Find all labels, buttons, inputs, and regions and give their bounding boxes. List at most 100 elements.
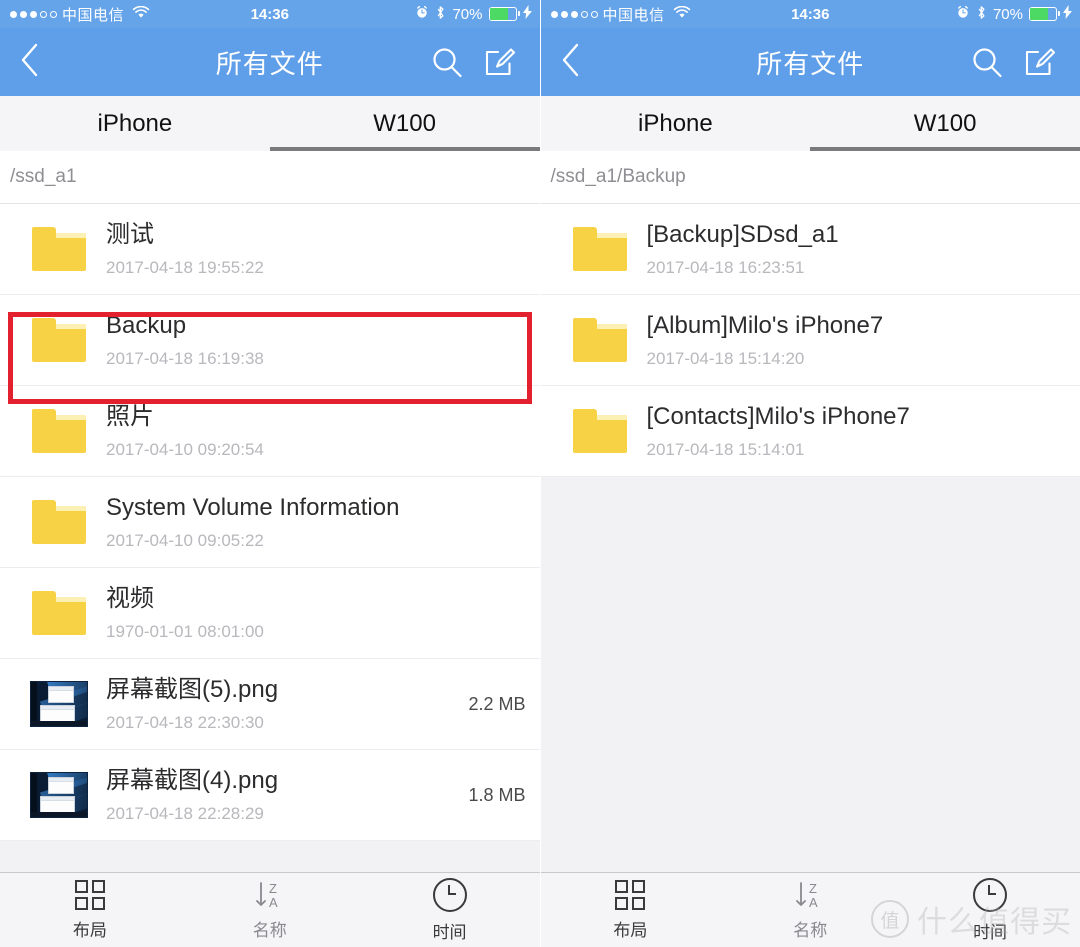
breadcrumb: /ssd_a1/Backup	[540, 151, 1080, 204]
file-name: Backup	[106, 312, 187, 339]
file-row[interactable]: 屏幕截图(4).png 2017-04-18 22:28:29 1.8 MB	[0, 750, 540, 841]
file-date: 2017-04-18 16:23:51	[646, 258, 805, 277]
file-meta: [Backup]SDsd_a1 2017-04-18 16:23:51	[633, 220, 1067, 278]
file-name: 视频	[106, 585, 154, 612]
file-meta: 视频 1970-01-01 08:01:00	[92, 584, 526, 642]
status-bar: 中国电信 14:36 70%	[0, 0, 540, 28]
screenshot-left: 中国电信 14:36 70% 所有文件 iPhone W100 /ssd_a1 …	[0, 0, 541, 947]
file-row[interactable]: 屏幕截图(5).png 2017-04-18 22:30:30 2.2 MB	[0, 659, 540, 750]
compose-icon[interactable]	[484, 46, 516, 78]
folder-icon	[32, 409, 86, 453]
file-name: System Volume Information	[106, 494, 400, 521]
file-name: [Album]Milo's iPhone7	[646, 312, 884, 339]
file-date: 2017-04-18 22:28:29	[106, 804, 264, 823]
empty-area	[0, 841, 540, 872]
folder-icon	[32, 318, 86, 362]
status-bar-clock: 14:36	[250, 5, 289, 23]
file-name: 测试	[106, 221, 154, 248]
file-date: 2017-04-10 09:20:54	[106, 440, 264, 459]
file-date: 2017-04-18 16:19:38	[106, 349, 264, 368]
file-size: 2.2 MB	[468, 693, 526, 714]
breadcrumb: /ssd_a1	[0, 151, 540, 204]
file-row[interactable]: [Album]Milo's iPhone7 2017-04-18 15:14:20	[540, 295, 1080, 386]
compose-icon[interactable]	[1024, 46, 1056, 78]
device-tabs: iPhone W100	[0, 96, 540, 151]
toolbar-item-name[interactable]: ZA 名称	[720, 880, 900, 941]
file-date: 2017-04-18 15:14:20	[646, 349, 805, 368]
file-row[interactable]: 测试 2017-04-18 19:55:22	[0, 204, 540, 295]
file-icon	[567, 409, 633, 453]
file-meta: 照片 2017-04-10 09:20:54	[92, 402, 526, 460]
file-icon	[26, 591, 92, 635]
file-row[interactable]: 视频 1970-01-01 08:01:00	[0, 568, 540, 659]
file-row[interactable]: [Contacts]Milo's iPhone7 2017-04-18 15:14…	[540, 386, 1080, 477]
folder-icon	[32, 227, 86, 271]
image-thumbnail-icon	[30, 772, 88, 818]
folder-icon	[572, 227, 627, 271]
toolbar-item-layout[interactable]: 布局	[541, 879, 721, 941]
search-icon[interactable]	[970, 45, 1004, 79]
bottom-toolbar: 布局 ZA 名称 时间	[540, 872, 1080, 947]
toolbar-item-time[interactable]: 时间	[900, 877, 1080, 943]
file-date: 2017-04-18 22:30:30	[106, 713, 264, 732]
nav-actions	[430, 45, 540, 79]
tab-iphone[interactable]: iPhone	[541, 96, 811, 151]
toolbar-item-time[interactable]: 时间	[360, 877, 540, 943]
file-date: 2017-04-18 15:14:01	[646, 440, 805, 459]
back-button[interactable]	[541, 42, 601, 83]
tab-active-underline	[810, 147, 1080, 151]
file-meta: System Volume Information 2017-04-10 09:0…	[92, 493, 526, 551]
image-thumbnail-icon	[30, 681, 88, 727]
file-icon	[26, 681, 92, 727]
nav-bar: 所有文件	[0, 28, 540, 96]
toolbar-item-name[interactable]: ZA 名称	[180, 880, 360, 941]
sort-az-icon: ZA	[794, 880, 826, 910]
back-button[interactable]	[0, 42, 60, 83]
file-icon	[26, 318, 92, 362]
nav-actions	[970, 45, 1080, 79]
file-row[interactable]: System Volume Information 2017-04-10 09:0…	[0, 477, 540, 568]
toolbar-label-time: 时间	[432, 922, 467, 942]
file-row[interactable]: 照片 2017-04-10 09:20:54	[0, 386, 540, 477]
toolbar-label-name: 名称	[252, 920, 287, 940]
file-meta: [Contacts]Milo's iPhone7 2017-04-18 15:14…	[633, 402, 1067, 460]
file-row[interactable]: [Backup]SDsd_a1 2017-04-18 16:23:51	[540, 204, 1080, 295]
chevron-left-icon	[19, 42, 41, 83]
file-date: 2017-04-18 19:55:22	[106, 258, 264, 277]
status-bar: 中国电信 14:36 70%	[540, 0, 1080, 28]
toolbar-item-layout[interactable]: 布局	[0, 879, 180, 941]
file-list-right: [Backup]SDsd_a1 2017-04-18 16:23:51 [Album…	[540, 204, 1080, 477]
status-bar-clock: 14:36	[791, 5, 830, 23]
file-icon	[26, 227, 92, 271]
tab-active-underline	[269, 147, 540, 151]
tab-w100[interactable]: W100	[270, 96, 540, 151]
file-name: 屏幕截图(4).png	[106, 767, 279, 794]
file-meta: [Album]Milo's iPhone7 2017-04-18 15:14:20	[633, 311, 1067, 369]
tab-iphone[interactable]: iPhone	[0, 96, 270, 151]
nav-bar: 所有文件	[540, 28, 1080, 96]
toolbar-label-layout: 布局	[613, 920, 648, 940]
tab-w100[interactable]: W100	[810, 96, 1080, 151]
svg-text:Z: Z	[809, 881, 817, 896]
svg-text:A: A	[269, 895, 278, 910]
file-date: 2017-04-10 09:05:22	[106, 531, 264, 550]
bottom-toolbar: 布局 ZA 名称 时间	[0, 872, 540, 947]
search-icon[interactable]	[430, 45, 464, 79]
grid-layout-icon	[615, 879, 646, 910]
toolbar-label-time: 时间	[973, 922, 1008, 942]
file-name: 屏幕截图(5).png	[106, 676, 279, 703]
chevron-left-icon	[560, 42, 582, 83]
battery-icon	[1029, 7, 1060, 21]
clock-icon	[432, 877, 467, 912]
folder-icon	[572, 318, 627, 362]
file-meta: 测试 2017-04-18 19:55:22	[92, 220, 526, 278]
folder-icon	[32, 591, 86, 635]
folder-icon	[572, 409, 627, 453]
file-icon	[567, 318, 633, 362]
file-meta: 屏幕截图(4).png 2017-04-18 22:28:29	[92, 766, 458, 824]
file-row[interactable]: Backup 2017-04-18 16:19:38	[0, 295, 540, 386]
file-list-left: 测试 2017-04-18 19:55:22 Backup 2017-04-18 16…	[0, 204, 540, 841]
svg-text:Z: Z	[269, 881, 277, 896]
device-tabs: iPhone W100	[540, 96, 1080, 151]
dual-screenshot-container: 中国电信 14:36 70% 所有文件 iPhone W100 /ssd_a1 …	[0, 0, 1080, 947]
